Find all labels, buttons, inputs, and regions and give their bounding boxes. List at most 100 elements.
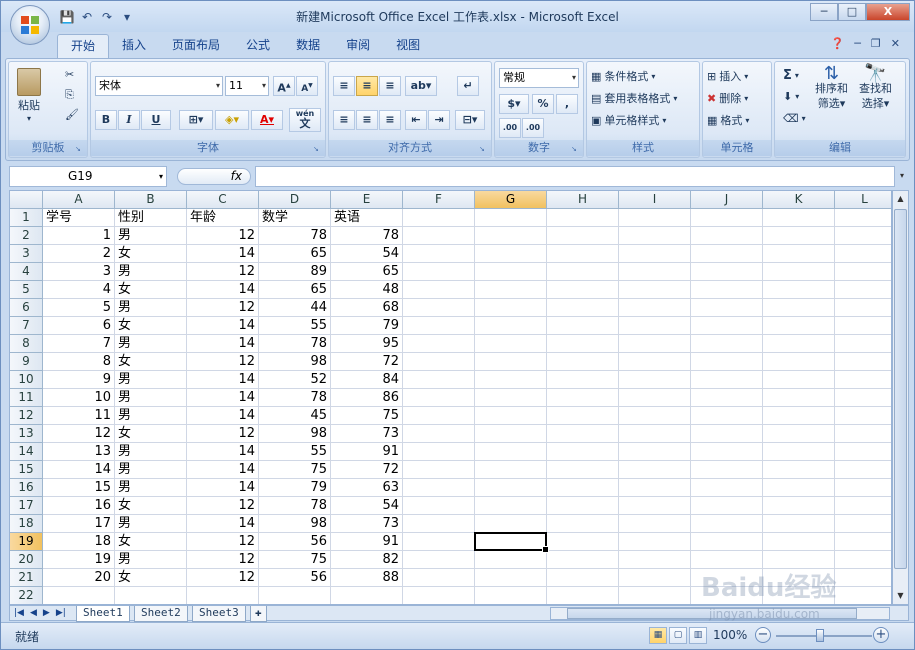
cell-g12[interactable] [475,407,547,425]
cell-h17[interactable] [547,497,619,515]
cell-f13[interactable] [403,425,475,443]
row-header-11[interactable]: 11 [10,389,43,407]
cell-j8[interactable] [691,335,763,353]
row-header-10[interactable]: 10 [10,371,43,389]
cell-b1[interactable]: 性别 [115,209,187,227]
delete-cells-button[interactable]: ✖ 删除 ▾ [707,90,748,106]
cell-g21[interactable] [475,569,547,587]
cell-f16[interactable] [403,479,475,497]
column-header-h[interactable]: H [547,191,619,209]
cell-e21[interactable]: 88 [331,569,403,587]
cell-i12[interactable] [619,407,691,425]
cell-h2[interactable] [547,227,619,245]
row-header-5[interactable]: 5 [10,281,43,299]
zoom-out-icon[interactable]: − [755,627,771,643]
column-header-i[interactable]: I [619,191,691,209]
cell-d11[interactable]: 78 [259,389,331,407]
cell-d15[interactable]: 75 [259,461,331,479]
cell-c11[interactable]: 14 [187,389,259,407]
cell-a4[interactable]: 3 [43,263,115,281]
column-header-e[interactable]: E [331,191,403,209]
cell-f17[interactable] [403,497,475,515]
cell-k4[interactable] [763,263,835,281]
cell-i20[interactable] [619,551,691,569]
cell-j10[interactable] [691,371,763,389]
cell-j14[interactable] [691,443,763,461]
row-header-22[interactable]: 22 [10,587,43,604]
tab-data[interactable]: 数据 [283,34,333,58]
cell-b15[interactable]: 男 [115,461,187,479]
cell-i8[interactable] [619,335,691,353]
cell-g14[interactable] [475,443,547,461]
cell-a13[interactable]: 12 [43,425,115,443]
row-header-12[interactable]: 12 [10,407,43,425]
cell-a15[interactable]: 14 [43,461,115,479]
cell-l15[interactable] [835,461,891,479]
cell-i9[interactable] [619,353,691,371]
zoom-level[interactable]: 100% [713,628,747,642]
cell-j15[interactable] [691,461,763,479]
cell-d16[interactable]: 79 [259,479,331,497]
column-header-l[interactable]: L [835,191,891,209]
cell-a8[interactable]: 7 [43,335,115,353]
cell-h18[interactable] [547,515,619,533]
cell-c21[interactable]: 12 [187,569,259,587]
cell-i11[interactable] [619,389,691,407]
cell-l21[interactable] [835,569,891,587]
cell-e18[interactable]: 73 [331,515,403,533]
cell-g4[interactable] [475,263,547,281]
cell-k1[interactable] [763,209,835,227]
cell-d6[interactable]: 44 [259,299,331,317]
cell-k19[interactable] [763,533,835,551]
percent-button[interactable]: % [532,94,554,114]
cell-a11[interactable]: 10 [43,389,115,407]
format-cells-button[interactable]: ▦ 格式 ▾ [707,112,749,128]
cell-f9[interactable] [403,353,475,371]
cell-c22[interactable] [187,587,259,604]
cell-c15[interactable]: 14 [187,461,259,479]
zoom-slider-track[interactable] [776,635,872,637]
cell-f15[interactable] [403,461,475,479]
cell-e2[interactable]: 78 [331,227,403,245]
vertical-scrollbar[interactable]: ▲ ▼ [892,190,909,605]
row-header-2[interactable]: 2 [10,227,43,245]
cell-e10[interactable]: 84 [331,371,403,389]
fill-color-icon[interactable]: ◈▾ [215,110,249,130]
column-header-c[interactable]: C [187,191,259,209]
merge-center-icon[interactable]: ⊟▾ [455,110,485,130]
cell-a5[interactable]: 4 [43,281,115,299]
italic-button[interactable]: I [118,110,140,130]
cell-d14[interactable]: 55 [259,443,331,461]
zoom-slider-thumb[interactable] [816,629,824,642]
cell-c9[interactable]: 12 [187,353,259,371]
insert-function-button[interactable]: fx [177,168,251,185]
column-header-j[interactable]: J [691,191,763,209]
last-sheet-icon[interactable]: ▶| [56,606,66,620]
align-right-icon[interactable]: ≡ [379,110,401,130]
cell-h6[interactable] [547,299,619,317]
cell-f10[interactable] [403,371,475,389]
cell-b3[interactable]: 女 [115,245,187,263]
cell-f21[interactable] [403,569,475,587]
cell-a21[interactable]: 20 [43,569,115,587]
cell-f20[interactable] [403,551,475,569]
cell-g2[interactable] [475,227,547,245]
cell-j19[interactable] [691,533,763,551]
row-header-7[interactable]: 7 [10,317,43,335]
font-size-select[interactable]: 11 ▾ [225,76,269,96]
cell-i2[interactable] [619,227,691,245]
shrink-font-icon[interactable]: A▼ [296,76,318,96]
column-header-g[interactable]: G [475,191,547,209]
cell-f3[interactable] [403,245,475,263]
align-center-icon[interactable]: ≡ [356,110,378,130]
cell-g9[interactable] [475,353,547,371]
cell-k2[interactable] [763,227,835,245]
cell-g13[interactable] [475,425,547,443]
cell-a3[interactable]: 2 [43,245,115,263]
select-all-corner[interactable] [10,191,43,209]
tab-page-layout[interactable]: 页面布局 [159,34,233,58]
cell-e3[interactable]: 54 [331,245,403,263]
row-header-21[interactable]: 21 [10,569,43,587]
cell-c12[interactable]: 14 [187,407,259,425]
cell-j4[interactable] [691,263,763,281]
